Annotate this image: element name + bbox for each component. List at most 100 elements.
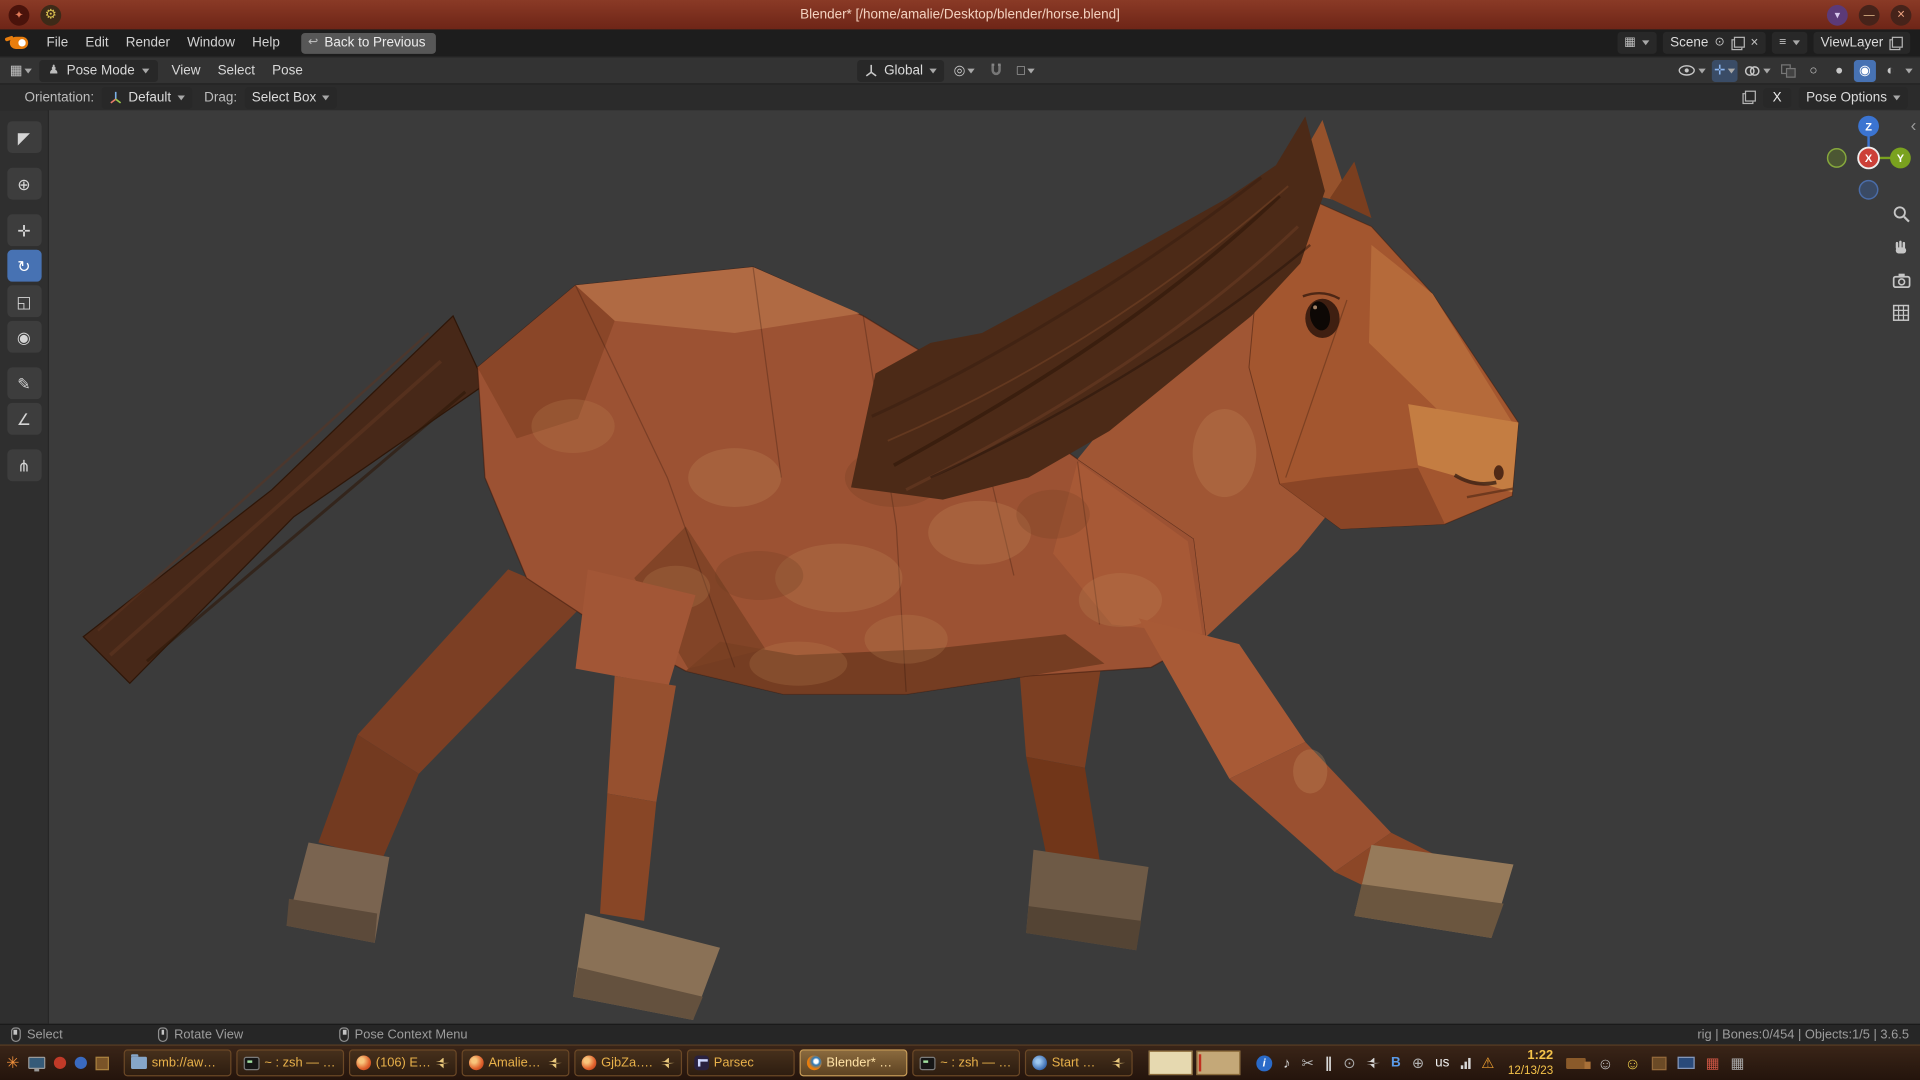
editor-type-button[interactable]: ▦ bbox=[7, 59, 34, 81]
tool-transform[interactable]: ◉ bbox=[7, 321, 41, 353]
menu-select[interactable]: Select bbox=[209, 59, 264, 81]
menu-edit[interactable]: Edit bbox=[77, 32, 117, 54]
tool-rotate[interactable]: ↻ bbox=[7, 250, 41, 282]
bluetooth-tray-icon[interactable]: B bbox=[1391, 1056, 1401, 1071]
3d-viewport[interactable]: Z Y X bbox=[49, 110, 1920, 1023]
shading-solid-button[interactable]: ● bbox=[1828, 59, 1850, 81]
zoom-button[interactable] bbox=[1891, 203, 1912, 224]
new-viewlayer-icon[interactable] bbox=[1889, 36, 1902, 49]
menu-render[interactable]: Render bbox=[117, 32, 178, 54]
chevron-down-icon bbox=[25, 68, 32, 73]
horse-model[interactable] bbox=[49, 110, 1920, 1023]
taskbar-window-parsec[interactable]: Parsec bbox=[687, 1049, 795, 1076]
taskbar-window-start[interactable]: Start … bbox=[1025, 1049, 1133, 1076]
gray-face-icon[interactable]: ☺ bbox=[1597, 1054, 1613, 1072]
mic-tray-icon[interactable]: ⊙ bbox=[1343, 1054, 1355, 1071]
tool-select-box[interactable]: ◤ bbox=[7, 121, 41, 153]
menu-pose[interactable]: Pose bbox=[264, 59, 312, 81]
app-launcher-star-icon[interactable]: ✳ bbox=[6, 1053, 19, 1073]
pan-button[interactable] bbox=[1891, 236, 1912, 257]
taskbar-window-browser-3[interactable]: GjbZa…. bbox=[574, 1049, 682, 1076]
menu-window[interactable]: Window bbox=[179, 32, 244, 54]
volume-tray-icon[interactable] bbox=[1367, 1057, 1380, 1068]
display-settings-icon[interactable] bbox=[28, 1057, 45, 1069]
taskbar-window-blender[interactable]: Blender* … bbox=[799, 1049, 907, 1076]
gray-grid-app-icon[interactable]: ▦ bbox=[1731, 1054, 1745, 1071]
files-app-icon[interactable] bbox=[95, 1056, 108, 1069]
new-scene-icon[interactable] bbox=[1731, 36, 1744, 49]
tool-3d-cursor[interactable]: ⊕ bbox=[7, 168, 41, 200]
axis-gizmo[interactable]: Z Y X bbox=[1820, 110, 1918, 208]
tool-annotate[interactable]: ✎ bbox=[7, 367, 41, 399]
minimize-button[interactable]: — bbox=[1859, 4, 1880, 25]
tool-move[interactable]: ✛ bbox=[7, 214, 41, 246]
back-to-previous-button[interactable]: ↩ Back to Previous bbox=[301, 32, 437, 53]
axis-z-negative[interactable] bbox=[1859, 181, 1877, 199]
tool-measure[interactable]: ∠ bbox=[7, 403, 41, 435]
pose-options-dropdown[interactable]: Pose Options bbox=[1799, 86, 1908, 108]
snap-target-button[interactable]: □ bbox=[1014, 59, 1037, 81]
keyboard-layout-indicator[interactable]: us bbox=[1435, 1056, 1449, 1071]
wifi-signal-icon[interactable] bbox=[1460, 1057, 1470, 1068]
unlink-scene-icon[interactable]: × bbox=[1750, 36, 1758, 51]
show-gizmo-button[interactable]: ✛ bbox=[1712, 59, 1738, 81]
info-tray-icon[interactable]: i bbox=[1256, 1055, 1272, 1071]
pause-tray-icon[interactable]: ∥ bbox=[1325, 1054, 1332, 1071]
monitor-app-icon[interactable] bbox=[1678, 1057, 1695, 1069]
package-app-icon[interactable] bbox=[1652, 1056, 1667, 1069]
horse-tail[interactable] bbox=[83, 316, 485, 683]
warning-tray-icon[interactable]: ⚠ bbox=[1481, 1054, 1494, 1071]
yellow-face-icon[interactable]: ☺ bbox=[1625, 1054, 1641, 1072]
viewlayer-browse-button[interactable]: ≡ bbox=[1772, 32, 1807, 54]
menu-view[interactable]: View bbox=[163, 59, 209, 81]
show-overlays-button[interactable] bbox=[1741, 59, 1773, 81]
menu-file[interactable]: File bbox=[38, 32, 77, 54]
axis-y-negative[interactable] bbox=[1828, 149, 1846, 167]
shade-window-button[interactable]: ▾ bbox=[1827, 4, 1848, 25]
taskbar-window-browser-2[interactable]: Amalie… bbox=[462, 1049, 570, 1076]
music-tray-icon[interactable]: ♪ bbox=[1283, 1054, 1290, 1071]
network-tray-icon[interactable]: ⊕ bbox=[1412, 1054, 1424, 1071]
transform-orientation-selector[interactable]: Global bbox=[857, 59, 944, 81]
shading-rendered-button[interactable]: ◐ bbox=[1880, 59, 1902, 81]
workspace-1[interactable] bbox=[1148, 1051, 1192, 1075]
taskbar-window-smb[interactable]: smb://aw… bbox=[124, 1049, 232, 1076]
drag-dropdown[interactable]: Select Box bbox=[244, 86, 337, 108]
mode-selector[interactable]: ♟ Pose Mode bbox=[40, 59, 158, 81]
red-grid-app-icon[interactable]: ▦ bbox=[1706, 1054, 1720, 1071]
sidebar-collapse-arrow[interactable]: ‹ bbox=[1911, 116, 1917, 133]
pivot-point-button[interactable]: ◎ bbox=[951, 59, 977, 81]
mirror-x-toggle[interactable]: X bbox=[1763, 88, 1792, 108]
shading-wireframe-button[interactable]: ○ bbox=[1802, 59, 1824, 81]
scene-browse-button[interactable]: ▦ bbox=[1617, 32, 1657, 54]
window-menu-icon[interactable]: ✦ bbox=[9, 4, 30, 25]
workspace-2[interactable] bbox=[1196, 1051, 1240, 1075]
orientation-dropdown[interactable]: Default bbox=[101, 86, 191, 108]
keying-set-icon[interactable] bbox=[1742, 91, 1755, 104]
chevron-down-icon bbox=[1763, 68, 1770, 73]
clock[interactable]: 1:22 12/13/23 bbox=[1508, 1048, 1553, 1077]
close-button[interactable]: × bbox=[1891, 4, 1912, 25]
chevron-down-icon bbox=[1792, 40, 1799, 45]
menu-help[interactable]: Help bbox=[244, 32, 289, 54]
camera-view-button[interactable] bbox=[1891, 269, 1912, 290]
clipboard-cut-tray-icon[interactable]: ✂ bbox=[1302, 1054, 1314, 1071]
snap-toggle-button[interactable] bbox=[985, 59, 1007, 81]
blender-logo-icon[interactable] bbox=[10, 37, 28, 49]
red-app-icon[interactable] bbox=[54, 1057, 66, 1069]
taskbar-window-browser-1[interactable]: (106) E… bbox=[349, 1049, 457, 1076]
settings-gear-icon[interactable]: ⚙ bbox=[40, 4, 61, 25]
visibility-filter-button[interactable] bbox=[1675, 59, 1708, 81]
blue-app-icon[interactable] bbox=[75, 1057, 87, 1069]
tool-scale[interactable]: ◱ bbox=[7, 285, 41, 317]
orientation-value: Global bbox=[884, 63, 923, 78]
viewlayer-selector[interactable]: ViewLayer bbox=[1813, 32, 1910, 54]
truck-app-icon[interactable] bbox=[1567, 1057, 1587, 1068]
taskbar-window-zsh-2[interactable]: ~ : zsh — … bbox=[912, 1049, 1020, 1076]
taskbar-window-zsh-1[interactable]: ~ : zsh — … bbox=[236, 1049, 344, 1076]
ortho-toggle-button[interactable] bbox=[1891, 302, 1912, 323]
shading-material-button[interactable]: ◉ bbox=[1854, 59, 1876, 81]
xray-toggle-button[interactable] bbox=[1777, 59, 1799, 81]
scene-selector[interactable]: Scene ⊙ × bbox=[1663, 32, 1766, 54]
tool-pose-breakdowner[interactable]: ⋔ bbox=[7, 449, 41, 481]
